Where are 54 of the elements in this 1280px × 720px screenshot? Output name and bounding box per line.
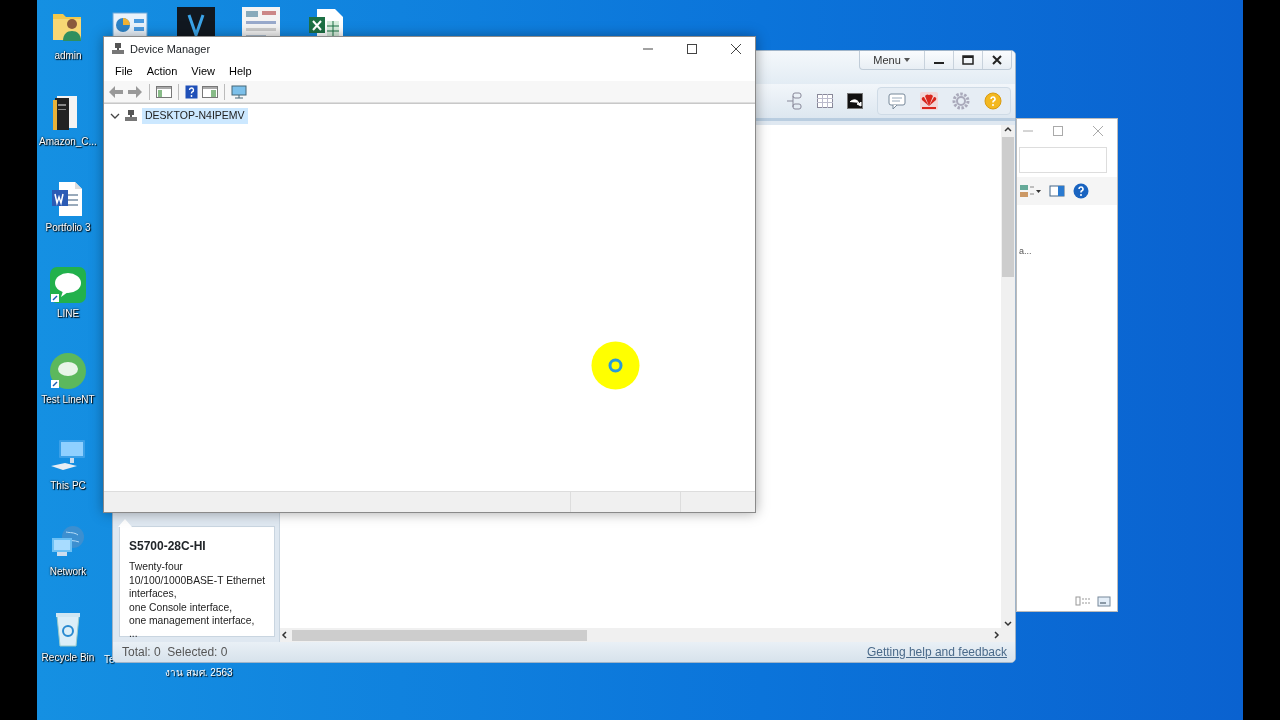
scrollbar-thumb[interactable] [292,629,587,641]
vertical-scrollbar[interactable] [1001,125,1015,628]
console-tree-icon[interactable] [156,84,172,99]
help-icon[interactable] [1073,183,1089,199]
menu-item[interactable]: File [108,62,140,80]
caret-icon [902,57,911,63]
help-link[interactable]: Getting help and feedback [866,643,1007,661]
video-editor-icon[interactable] [177,7,215,36]
image-thumbnail-icon[interactable] [242,7,280,36]
icon-label[interactable]: admin [54,48,82,63]
menu-item[interactable]: Help [221,62,259,80]
icon-label[interactable]: This PC [50,478,86,493]
scroll-down-icon[interactable] [1004,620,1012,628]
tree-item[interactable]: DESKTOP-N4IPEMV [142,108,248,124]
menu-item[interactable]: View [184,62,222,80]
monitor-icon[interactable] [231,84,247,99]
computer-icon [125,109,137,122]
cursor-highlight-icon [591,341,640,390]
window-title: Device Manager [130,41,211,57]
view-options-icon[interactable] [1019,183,1041,199]
properties-icon[interactable] [202,84,218,99]
terminal-icon[interactable] [847,93,863,109]
flower-logo-icon[interactable] [920,92,938,110]
menu-button[interactable]: Menu [860,51,924,69]
icon-label[interactable]: Recycle Bin [41,650,95,665]
scroll-right-icon[interactable] [993,631,1001,639]
help-icon[interactable] [185,84,199,99]
forward-arrow-icon[interactable] [127,84,143,99]
horizontal-scrollbar[interactable] [280,628,1001,642]
menu-item[interactable]: Action [139,62,185,80]
file-name[interactable]: a... [1017,245,1117,259]
back-arrow-icon[interactable] [108,84,124,99]
icon-label[interactable]: Network [49,564,87,579]
topology-icon[interactable] [787,92,803,110]
status-text: Total: 0 Selected: 0 [122,644,228,661]
message-icon[interactable] [888,92,906,110]
icon-label[interactable]: งาน สมศ. 2563 [165,665,233,680]
computer-icon [112,43,124,55]
chat-bubble-icon[interactable] [49,266,87,304]
device-description: Twenty-four 10/100/1000BASE-T Ethernet interfaces, one Console interface, one management interface, ... [129,560,267,641]
preview-pane-icon[interactable] [1049,185,1065,197]
settings-icon[interactable] [952,92,970,110]
icon-label[interactable]: Test LineNT [41,392,95,407]
scroll-left-icon[interactable] [280,631,288,639]
scroll-up-icon[interactable] [1004,125,1012,133]
device-model: S5700-28C-HI [129,539,207,554]
address-field[interactable] [1019,147,1107,173]
scrollbar-thumb[interactable] [1002,137,1014,277]
icon-label[interactable]: Amazon_C... [39,134,97,149]
icon-label[interactable]: Portfolio 3 [45,220,91,235]
icon-label[interactable]: LINE [56,306,80,321]
grid-icon[interactable] [817,94,833,108]
large-icons-view-icon[interactable] [1097,595,1111,607]
chat-bubble-icon[interactable] [49,352,87,390]
